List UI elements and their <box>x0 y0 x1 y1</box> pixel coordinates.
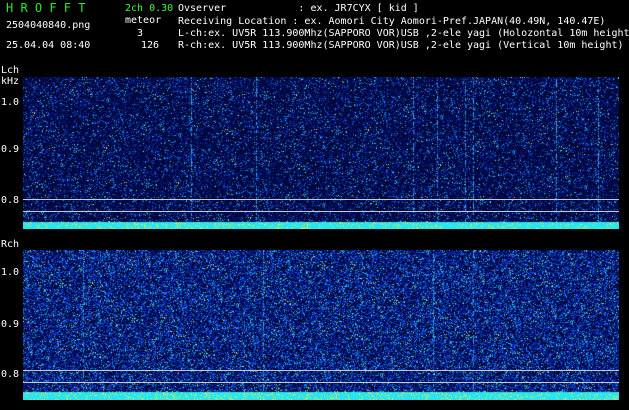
lch-reference-line-lower <box>23 211 619 212</box>
rch-freq-tick-1.0: 1.0 <box>1 267 20 278</box>
lch-freq-tick-0.8: 0.8 <box>1 195 20 206</box>
rch-freq-tick-0.9: 0.9 <box>1 319 20 330</box>
lch-freq-tick-0.9: 0.9 <box>1 144 20 155</box>
rch-label: Rch <box>1 239 20 250</box>
rch-reference-line-lower <box>23 382 619 383</box>
rch-freq-tick-0.8: 0.8 <box>1 369 20 380</box>
meteor-lch-count: 3 <box>137 28 144 39</box>
lch-unit-label: kHz <box>1 76 20 87</box>
timestamp-label: 25.04.04 08:40 <box>6 40 91 51</box>
filename-label: 2504040840.png <box>6 20 91 31</box>
lch-spectrogram <box>23 77 619 229</box>
meteor-label: meteor <box>125 15 162 26</box>
rch-description: R-ch:ex. UV5R 113.900Mhz(SAPPORO VOR)USB… <box>178 40 624 51</box>
version-label: 2ch 0.30 <box>125 3 174 14</box>
lch-label: Lch <box>1 65 20 76</box>
lch-reference-line-upper <box>23 199 619 200</box>
rch-spectrogram <box>23 250 619 400</box>
rch-reference-line-upper <box>23 370 619 371</box>
lch-freq-tick-1.0: 1.0 <box>1 97 20 108</box>
observer-line: Ovserver : ex. JR7CYX [ kid ] <box>178 3 419 14</box>
lch-description: L-ch:ex. UV5R 113.900Mhz(SAPPORO VOR)USB… <box>178 28 629 39</box>
rch-spectrogram-canvas <box>23 250 619 400</box>
app-title: H R O F F T <box>6 1 86 15</box>
lch-spectrogram-canvas <box>23 77 619 229</box>
location-line: Receiving Location : ex. Aomori City Aom… <box>178 16 606 27</box>
meteor-rch-count: 126 <box>141 40 160 51</box>
